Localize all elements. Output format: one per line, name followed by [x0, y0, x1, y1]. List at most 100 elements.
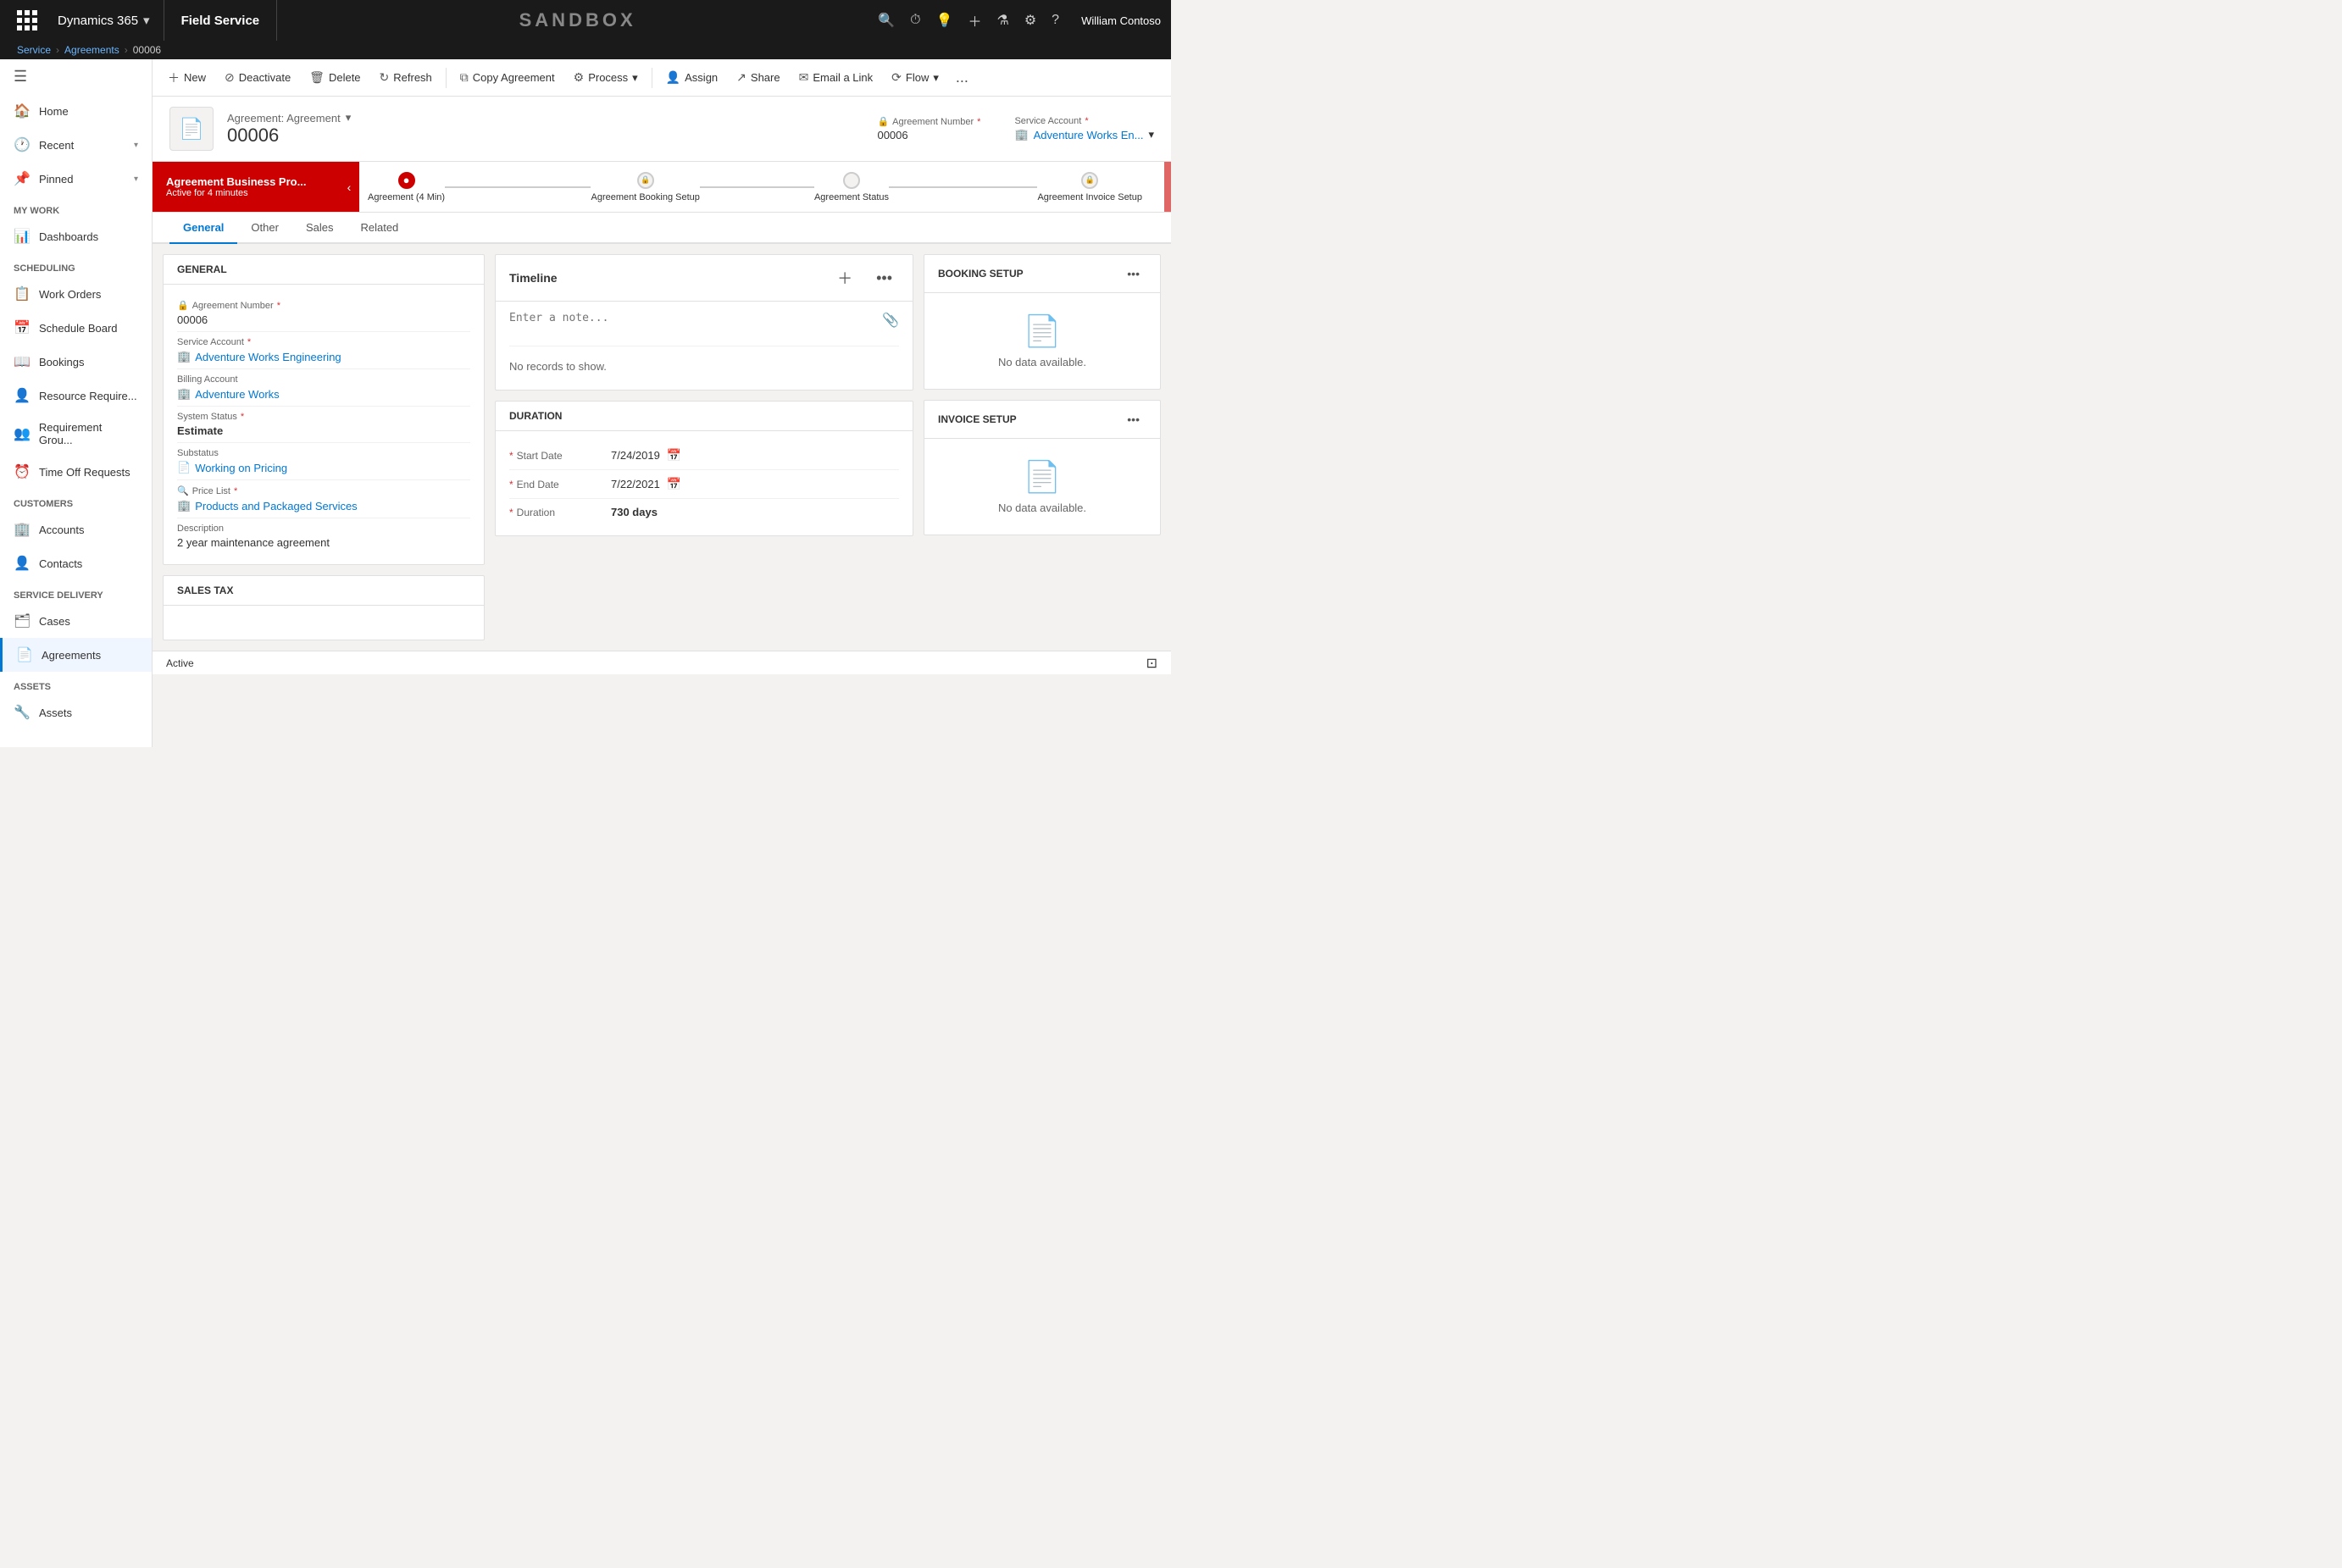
schedule-board-icon: 📅 — [14, 319, 31, 336]
timeline-add-button[interactable]: ＋ — [830, 263, 859, 292]
sandbox-label: SANDBOX — [277, 9, 878, 31]
tab-general[interactable]: General — [169, 213, 237, 244]
stage-booking-setup[interactable]: 🔒 Agreement Booking Setup — [591, 172, 699, 202]
sidebar-item-requirement-group[interactable]: 👥 Requirement Grou... — [0, 413, 152, 455]
copy-agreement-button[interactable]: ⧉ Copy Agreement — [452, 63, 563, 93]
user-name[interactable]: William Contoso — [1081, 14, 1161, 27]
booking-setup-header: BOOKING SETUP ••• — [924, 255, 1160, 293]
module-name: Field Service — [164, 0, 278, 41]
start-calendar-icon[interactable]: 📅 — [667, 448, 681, 463]
more-button[interactable]: ... — [949, 65, 975, 90]
new-record-icon[interactable]: ＋ — [968, 10, 981, 30]
field-label-agreement-number: 🔒 Agreement Number * — [177, 300, 470, 311]
sidebar-item-assets[interactable]: 🔧 Assets — [0, 695, 152, 729]
sidebar-item-cases[interactable]: 🗂 Cases — [0, 604, 152, 638]
sidebar-item-recent[interactable]: 🕐 Recent ▾ — [0, 128, 152, 162]
recent-expand-icon: ▾ — [134, 141, 138, 150]
toolbar: ＋ New ⊘ Deactivate 🗑 Delete ↻ Refresh ⧉ … — [153, 59, 1171, 97]
booking-setup-more-button[interactable]: ••• — [1120, 263, 1146, 284]
field-value-service-account[interactable]: 🏢 Adventure Works Engineering — [177, 350, 470, 363]
search-icon[interactable]: 🔍 — [878, 12, 895, 29]
breadcrumb-sep2: › — [125, 44, 128, 56]
assign-button[interactable]: 👤 Assign — [658, 63, 726, 93]
settings-icon[interactable]: ⚙ — [1024, 12, 1036, 29]
sidebar-label-accounts: Accounts — [39, 524, 84, 536]
bookings-icon: 📖 — [14, 353, 31, 370]
process-stage-booking-setup: 🔒 Agreement Booking Setup — [591, 172, 813, 202]
waffle-menu[interactable] — [10, 0, 44, 41]
breadcrumb-agreements[interactable]: Agreements — [64, 44, 119, 56]
duration-end-value: 7/22/2021 📅 — [611, 477, 899, 491]
top-navigation: Dynamics 365 ▾ Field Service SANDBOX 🔍 ⏱… — [0, 0, 1171, 41]
field-value-substatus[interactable]: 📄 Working on Pricing — [177, 461, 470, 474]
process-bar: Agreement Business Pro... Active for 4 m… — [153, 162, 1171, 213]
field-value-price-list[interactable]: 🏢 Products and Packaged Services — [177, 499, 470, 513]
flow-label: Flow — [906, 71, 929, 84]
recent-icon[interactable]: ⏱ — [910, 13, 920, 28]
section-scheduling: Scheduling — [0, 253, 152, 277]
breadcrumb-service[interactable]: Service — [17, 44, 51, 56]
filter-icon[interactable]: ⚗ — [996, 12, 1008, 29]
tab-sales[interactable]: Sales — [292, 213, 347, 244]
sidebar-item-dashboards[interactable]: 📊 Dashboards — [0, 219, 152, 253]
attachment-icon[interactable]: 📎 — [882, 312, 899, 329]
general-section-header: GENERAL — [164, 255, 484, 285]
email-link-label: Email a Link — [813, 71, 873, 84]
invoice-setup-more-button[interactable]: ••• — [1120, 409, 1146, 429]
stage-circle-invoice-setup: 🔒 — [1081, 172, 1098, 189]
requirement-group-icon: 👥 — [14, 425, 31, 442]
field-price-list: 🔍 Price List * 🏢 Products and Packaged S… — [177, 480, 470, 518]
service-account-label: Service Account * — [1014, 116, 1154, 126]
insights-icon[interactable]: 💡 — [936, 12, 953, 29]
status-text: Active — [166, 657, 194, 669]
record-entity-chevron: ▾ — [346, 111, 352, 125]
sidebar-item-accounts[interactable]: 🏢 Accounts — [0, 513, 152, 546]
sidebar-item-resource-req[interactable]: 👤 Resource Require... — [0, 379, 152, 413]
delete-button[interactable]: 🗑 Delete — [301, 63, 369, 93]
process-button[interactable]: ⚙ Process ▾ — [565, 63, 647, 93]
tab-other[interactable]: Other — [237, 213, 292, 244]
end-calendar-icon[interactable]: 📅 — [667, 477, 681, 491]
share-button[interactable]: ↗ Share — [728, 63, 788, 93]
sidebar-item-work-orders[interactable]: 📋 Work Orders — [0, 277, 152, 311]
process-icon: ⚙ — [574, 70, 585, 85]
field-value-system-status[interactable]: Estimate — [177, 424, 470, 437]
service-account-link[interactable]: Adventure Works En... — [1034, 129, 1144, 141]
sales-tax-section: SALES TAX — [163, 575, 485, 640]
app-switcher[interactable]: Dynamics 365 ▾ — [44, 0, 164, 41]
deactivate-icon: ⊘ — [225, 70, 235, 85]
stage-connector-1 — [445, 186, 591, 188]
form-left-column: GENERAL 🔒 Agreement Number * 00006 — [163, 254, 485, 640]
timeline-note-input[interactable] — [509, 312, 875, 337]
sidebar-label-time-off: Time Off Requests — [39, 466, 130, 479]
sidebar-item-bookings[interactable]: 📖 Bookings — [0, 345, 152, 379]
stage-status[interactable]: Agreement Status — [814, 172, 889, 202]
email-link-button[interactable]: ✉ Email a Link — [791, 63, 882, 93]
stage-invoice-setup[interactable]: 🔒 Agreement Invoice Setup — [1037, 172, 1142, 202]
help-icon[interactable]: ? — [1052, 13, 1059, 28]
sidebar-item-pinned[interactable]: 📌 Pinned ▾ — [0, 162, 152, 196]
sidebar-item-contacts[interactable]: 👤 Contacts — [0, 546, 152, 580]
process-collapse-button[interactable]: ‹ — [339, 162, 359, 212]
sidebar-label-cases: Cases — [39, 615, 70, 628]
record-title-block: Agreement: Agreement ▾ 00006 — [227, 111, 863, 147]
sidebar-item-agreements[interactable]: 📄 Agreements — [0, 638, 152, 672]
service-account-field: Service Account * 🏢 Adventure Works En..… — [1014, 116, 1154, 141]
sidebar-item-schedule-board[interactable]: 📅 Schedule Board — [0, 311, 152, 345]
new-button[interactable]: ＋ New — [159, 63, 214, 93]
field-value-agreement-number[interactable]: 00006 — [177, 313, 470, 326]
form-content: GENERAL 🔒 Agreement Number * 00006 — [153, 244, 1171, 651]
flow-button[interactable]: ⟳ Flow ▾ — [883, 63, 947, 93]
tab-related[interactable]: Related — [347, 213, 412, 244]
assign-label: Assign — [685, 71, 718, 84]
sidebar-item-time-off[interactable]: ⏰ Time Off Requests — [0, 455, 152, 489]
sidebar-item-home[interactable]: 🏠 Home — [0, 94, 152, 128]
timeline-more-button[interactable]: ••• — [869, 266, 899, 291]
field-value-billing-account[interactable]: 🏢 Adventure Works — [177, 387, 470, 401]
deactivate-button[interactable]: ⊘ Deactivate — [216, 63, 299, 93]
field-value-description[interactable]: 2 year maintenance agreement — [177, 536, 470, 549]
stage-agreement[interactable]: ● Agreement (4 Min) — [368, 172, 445, 202]
sidebar-toggle[interactable]: ☰ — [0, 59, 152, 94]
refresh-button[interactable]: ↻ Refresh — [371, 63, 441, 93]
sidebar-label-dashboards: Dashboards — [39, 230, 98, 243]
